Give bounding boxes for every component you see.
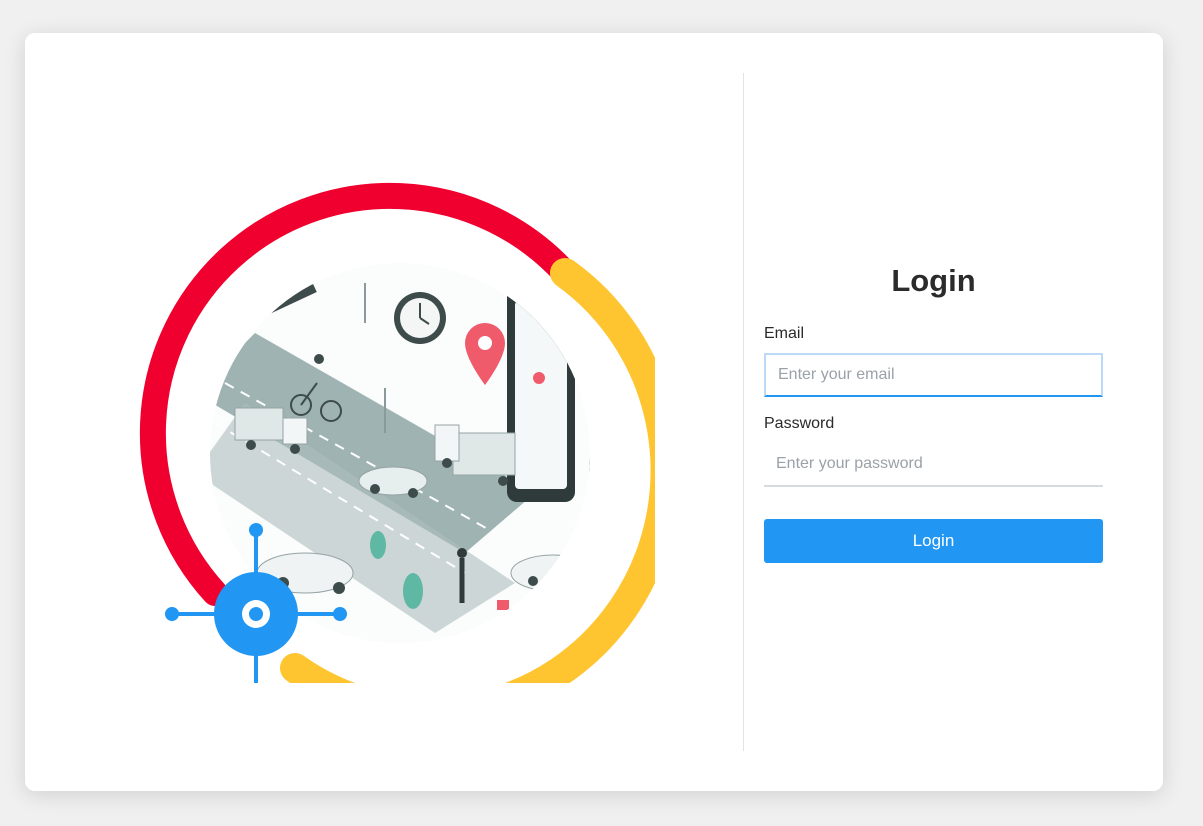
vertical-divider xyxy=(743,73,744,751)
mobility-illustration xyxy=(139,182,655,683)
email-label: Email xyxy=(764,325,805,342)
password-input[interactable] xyxy=(764,443,1103,487)
login-title: Login xyxy=(891,263,976,298)
login-card: Login Email Password Login xyxy=(25,33,1163,791)
login-button[interactable]: Login xyxy=(764,519,1103,563)
email-input[interactable] xyxy=(764,353,1103,397)
password-label: Password xyxy=(764,415,835,432)
